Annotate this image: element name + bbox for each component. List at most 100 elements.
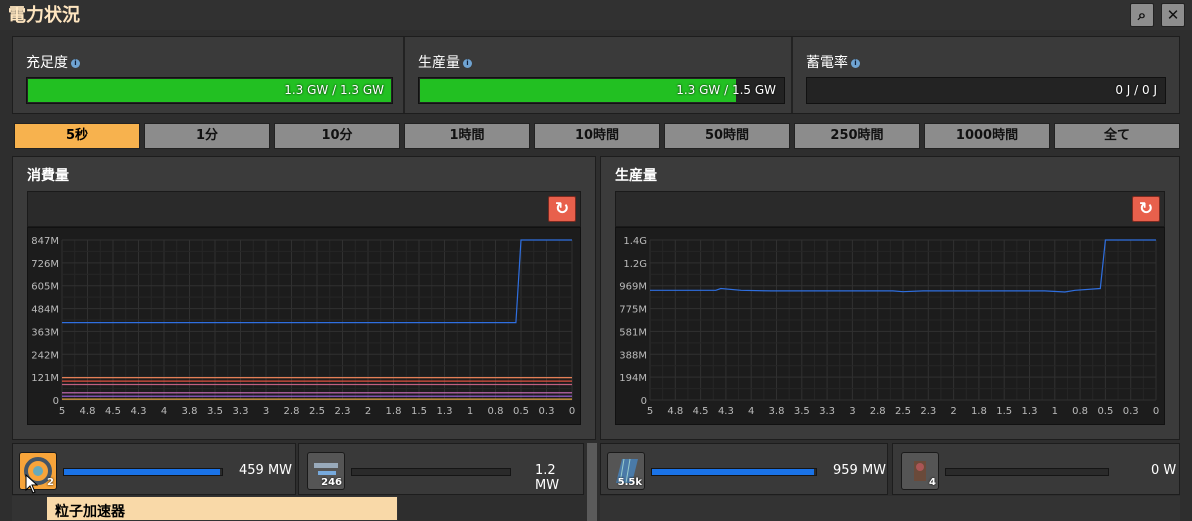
refresh-icon: ↻ xyxy=(554,199,570,219)
tab-5s[interactable]: 5秒 xyxy=(14,123,140,149)
tab-1000h[interactable]: 1000時間 xyxy=(924,123,1050,149)
tab-1min[interactable]: 1分 xyxy=(144,123,270,149)
y-tick-label: 726M xyxy=(31,259,59,270)
window-title: 電力状況 xyxy=(8,5,80,26)
accumulator-stat: 蓄電率 i 0 J / 0 J xyxy=(791,37,1179,113)
x-tick-label: 2.5 xyxy=(895,406,911,417)
x-tick-label: 2.5 xyxy=(309,406,325,417)
x-tick-label: 4.3 xyxy=(131,406,147,417)
reset-zoom-button[interactable]: ↻ xyxy=(548,196,576,222)
consumer-row[interactable]: 2 459 MW xyxy=(12,443,296,495)
x-tick-label: 2 xyxy=(950,406,956,417)
x-tick-label: 5 xyxy=(59,406,65,417)
x-tick-label: 3 xyxy=(849,406,855,417)
x-tick-label: 2.8 xyxy=(284,406,300,417)
time-range-tabs: 5秒 1分 10分 1時間 10時間 50時間 250時間 1000時間 全て xyxy=(12,121,1180,151)
x-tick-label: 4.5 xyxy=(105,406,121,417)
y-tick-label: 1.4G xyxy=(623,236,647,247)
consumer-bar xyxy=(63,468,223,476)
x-tick-label: 3.3 xyxy=(819,406,835,417)
y-tick-label: 194M xyxy=(619,373,647,384)
consumer-row[interactable]: 246 1.2 MW xyxy=(298,443,584,495)
tab-250h[interactable]: 250時間 xyxy=(794,123,920,149)
x-tick-label: 3.8 xyxy=(769,406,785,417)
consumer-bar xyxy=(351,468,511,476)
producer-bar xyxy=(651,468,817,476)
production-label: 生産量 xyxy=(418,55,460,71)
x-tick-label: 3.5 xyxy=(794,406,810,417)
production-chart[interactable]: 0 194M 388M 581M 775M 969M 1.2G 1.4G 5 4.8 4.5 4.3 4… xyxy=(615,227,1165,425)
reset-zoom-button[interactable]: ↻ xyxy=(1132,196,1160,222)
x-tick-label: 4.8 xyxy=(667,406,683,417)
y-tick-label: 363M xyxy=(31,327,59,338)
satisfaction-label: 充足度 xyxy=(26,55,68,71)
info-icon[interactable]: i xyxy=(71,58,80,68)
x-tick-label: 3 xyxy=(263,406,269,417)
entity-count: 246 xyxy=(321,477,342,488)
next-row-stub xyxy=(600,496,1180,521)
consumer-value: 459 MW xyxy=(239,463,293,478)
next-row-stub xyxy=(12,496,46,521)
x-tick-label: 1.5 xyxy=(411,406,427,417)
tab-1h[interactable]: 1時間 xyxy=(404,123,530,149)
search-icon: ⌕ xyxy=(1137,6,1147,24)
x-tick-label: 0.8 xyxy=(488,406,504,417)
tooltip: 粒子加速器 xyxy=(46,496,398,521)
satisfaction-value: 1.3 GW / 1.3 GW xyxy=(284,83,384,97)
x-tick-label: 1.8 xyxy=(386,406,402,417)
search-button[interactable]: ⌕ xyxy=(1130,3,1154,27)
x-tick-label: 0.5 xyxy=(513,406,529,417)
x-tick-label: 1.5 xyxy=(996,406,1012,417)
entity-count: 4 xyxy=(929,477,936,488)
consumer-value: 1.2 MW xyxy=(535,463,560,493)
y-tick-label: 969M xyxy=(619,282,647,293)
x-tick-label: 1.3 xyxy=(1022,406,1038,417)
x-tick-label: 2.8 xyxy=(870,406,886,417)
tab-all[interactable]: 全て xyxy=(1054,123,1180,149)
accumulator-bar: 0 J / 0 J xyxy=(806,77,1166,104)
x-tick-label: 4.3 xyxy=(718,406,734,417)
y-tick-label: 388M xyxy=(619,350,647,361)
steam-engine-icon[interactable]: 4 xyxy=(901,452,939,490)
x-tick-label: 0 xyxy=(1153,406,1159,417)
x-tick-label: 4 xyxy=(748,406,754,417)
x-tick-label: 1 xyxy=(467,406,473,417)
title-bar: 電力状況 ⌕ ✕ xyxy=(0,0,1192,30)
y-tick-label: 847M xyxy=(31,236,59,247)
scrollbar[interactable] xyxy=(587,443,597,521)
info-icon[interactable]: i xyxy=(463,58,472,68)
tab-10h[interactable]: 10時間 xyxy=(534,123,660,149)
consumer-bar-fill xyxy=(64,469,220,475)
y-tick-label: 605M xyxy=(31,282,59,293)
close-button[interactable]: ✕ xyxy=(1161,3,1185,27)
x-tick-label: 1 xyxy=(1052,406,1058,417)
y-tick-label: 121M xyxy=(31,373,59,384)
consumption-chart[interactable]: 0 121M 242M 363M 484M 605M 726M 847M 5 4.8 4.5 4.3 4… xyxy=(27,227,581,425)
y-tick-label: 581M xyxy=(619,327,647,338)
info-icon[interactable]: i xyxy=(851,58,860,68)
tab-50h[interactable]: 50時間 xyxy=(664,123,790,149)
satisfaction-bar: 1.3 GW / 1.3 GW xyxy=(26,77,393,104)
y-tick-label: 1.2G xyxy=(623,259,647,270)
tab-10min[interactable]: 10分 xyxy=(274,123,400,149)
x-tick-label: 1.3 xyxy=(437,406,453,417)
producer-row[interactable]: 5.5k 959 MW xyxy=(600,443,888,495)
production-bar: 1.3 GW / 1.5 GW xyxy=(418,77,785,104)
x-tick-label: 2.3 xyxy=(920,406,936,417)
x-tick-label: 0.3 xyxy=(1123,406,1139,417)
x-tick-label: 2 xyxy=(365,406,371,417)
x-tick-label: 5 xyxy=(647,406,653,417)
close-icon: ✕ xyxy=(1166,6,1180,24)
stats-box: 充足度 i 1.3 GW / 1.3 GW 生産量 i 1.3 GW / 1.5 G… xyxy=(12,36,1180,114)
y-tick-label: 775M xyxy=(619,305,647,316)
solar-panel-icon[interactable]: 5.5k xyxy=(607,452,645,490)
consumption-panel: 消費量 ↻ 0 121M 242M 363M 484M 605M 726M 847M 5 4.8 4… xyxy=(12,156,596,440)
production-panel: 生産量 ↻ 0 194M 388M 581M 775M 969M 1.2G 1.4G 5 4.8 4… xyxy=(600,156,1180,440)
entity-count: 5.5k xyxy=(617,477,642,488)
assembler-icon[interactable]: 246 xyxy=(307,452,345,490)
accumulator-value: 0 J / 0 J xyxy=(1115,83,1157,97)
y-tick-label: 242M xyxy=(31,350,59,361)
satisfaction-stat: 充足度 i 1.3 GW / 1.3 GW xyxy=(13,37,403,113)
producer-value: 0 W xyxy=(1151,463,1177,478)
producer-row[interactable]: 4 0 W xyxy=(892,443,1180,495)
